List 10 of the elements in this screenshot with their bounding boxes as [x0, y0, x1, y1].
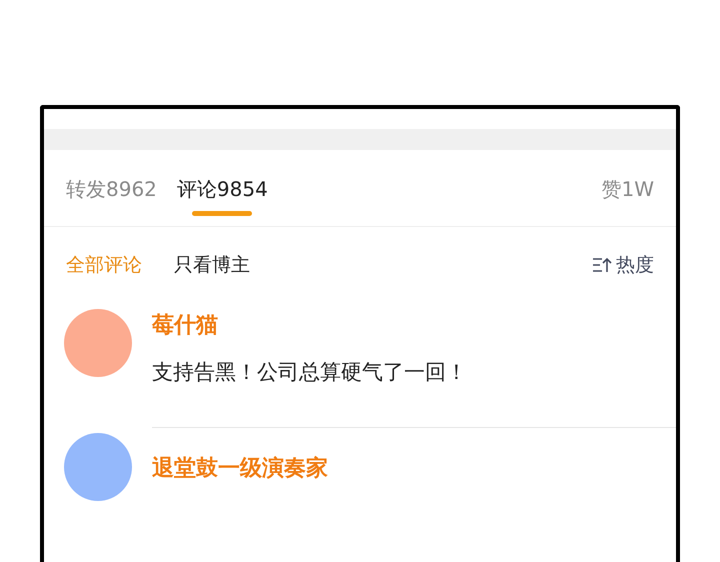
sort-button[interactable]: 热度 — [592, 250, 654, 280]
tab[interactable]: 评论9854 — [176, 175, 268, 216]
filter-tab[interactable]: 只看博主 — [174, 250, 250, 280]
filter-tab[interactable]: 全部评论 — [66, 250, 142, 280]
comment-text: 支持告黑！公司总算硬气了一回！ — [152, 359, 468, 386]
likes-tab[interactable]: 赞1W — [602, 175, 654, 203]
sort-icon — [592, 256, 612, 274]
username[interactable]: 莓什猫 — [152, 311, 676, 341]
tab[interactable]: 转发8962 — [66, 175, 157, 216]
username[interactable]: 退堂鼓一级演奏家 — [152, 454, 676, 484]
